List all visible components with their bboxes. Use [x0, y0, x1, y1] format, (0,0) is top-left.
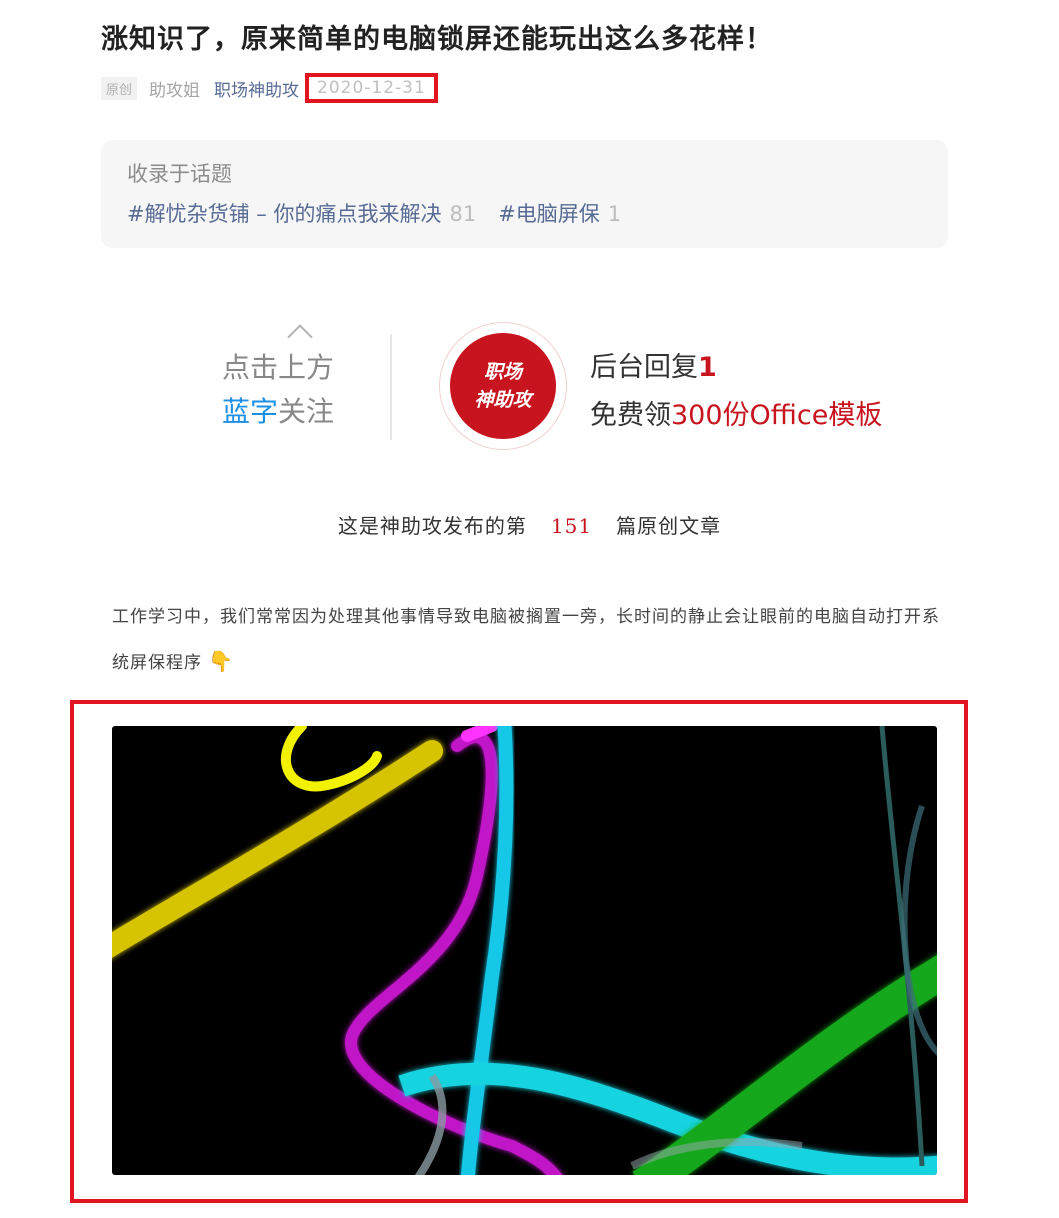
neon-lines-graphic: [112, 726, 937, 1175]
screensaver-image: [112, 726, 937, 1175]
follow-prompt: 点击上方 蓝字关注: [222, 346, 334, 434]
body-paragraph: 工作学习中，我们常常因为处理其他事情导致电脑被搁置一旁，长时间的静止会让眼前的电…: [112, 595, 942, 685]
topic-name: #电脑屏保: [498, 202, 600, 226]
count-suffix: 篇原创文章: [616, 514, 722, 538]
reply-number: 1: [698, 352, 717, 383]
article-count-line: 这是神助攻发布的第 151 篇原创文章: [0, 510, 1059, 539]
blue-text: 蓝字: [222, 395, 279, 428]
original-badge: 原创: [101, 76, 138, 100]
offer-prefix: 免费领: [590, 400, 671, 431]
topic-name: #解忧杂货铺 – 你的痛点我来解决: [127, 202, 442, 226]
follow-line-2: 蓝字关注: [222, 390, 334, 434]
follow-line-1: 点击上方: [222, 351, 335, 384]
author-name: 助攻姐: [149, 80, 201, 101]
offer-highlight: 300份Office模板: [671, 400, 883, 431]
banner-divider: [390, 334, 392, 440]
topics-panel: 收录于话题 #解忧杂货铺 – 你的痛点我来解决 81 #电脑屏保 1: [101, 140, 948, 248]
follow-text: 关注: [278, 395, 335, 428]
offer-line: 免费领300份Office模板: [590, 392, 882, 440]
reply-line: 后台回复1: [590, 344, 882, 392]
paragraph-text: 工作学习中，我们常常因为处理其他事情导致电脑被搁置一旁，长时间的静止会让眼前的电…: [112, 607, 940, 673]
reply-text: 后台回复: [590, 352, 698, 383]
publish-date: 2020-12-31: [305, 73, 438, 103]
follow-banner: 点击上方 蓝字关注 职场 神助攻 后台回复1 免费领300份Office模板: [0, 320, 1059, 460]
account-logo: 职场 神助攻: [439, 322, 567, 450]
account-link[interactable]: 职场神助攻: [214, 76, 299, 101]
topic-count: 1: [607, 202, 622, 226]
topics-label: 收录于话题: [127, 162, 232, 186]
article-number: 151: [550, 514, 593, 538]
topic-link[interactable]: #电脑屏保 1: [498, 198, 621, 228]
logo-line-2: 神助攻: [474, 389, 532, 411]
topic-count: 81: [449, 202, 477, 226]
topics-list: #解忧杂货铺 – 你的痛点我来解决 81 #电脑屏保 1: [127, 198, 922, 228]
logo-line-1: 职场: [483, 361, 522, 383]
topic-link[interactable]: #解忧杂货铺 – 你的痛点我来解决 81: [127, 198, 476, 228]
logo-badge: 职场 神助攻: [450, 333, 556, 439]
article-meta: 原创 助攻姐 职场神助攻 2020-12-31: [101, 73, 438, 103]
article-title: 涨知识了，原来简单的电脑锁屏还能玩出这么多花样！: [101, 24, 773, 55]
reply-offer: 后台回复1 免费领300份Office模板: [590, 344, 882, 440]
pointing-down-icon: 👇: [208, 649, 234, 673]
count-prefix: 这是神助攻发布的第: [337, 514, 527, 538]
